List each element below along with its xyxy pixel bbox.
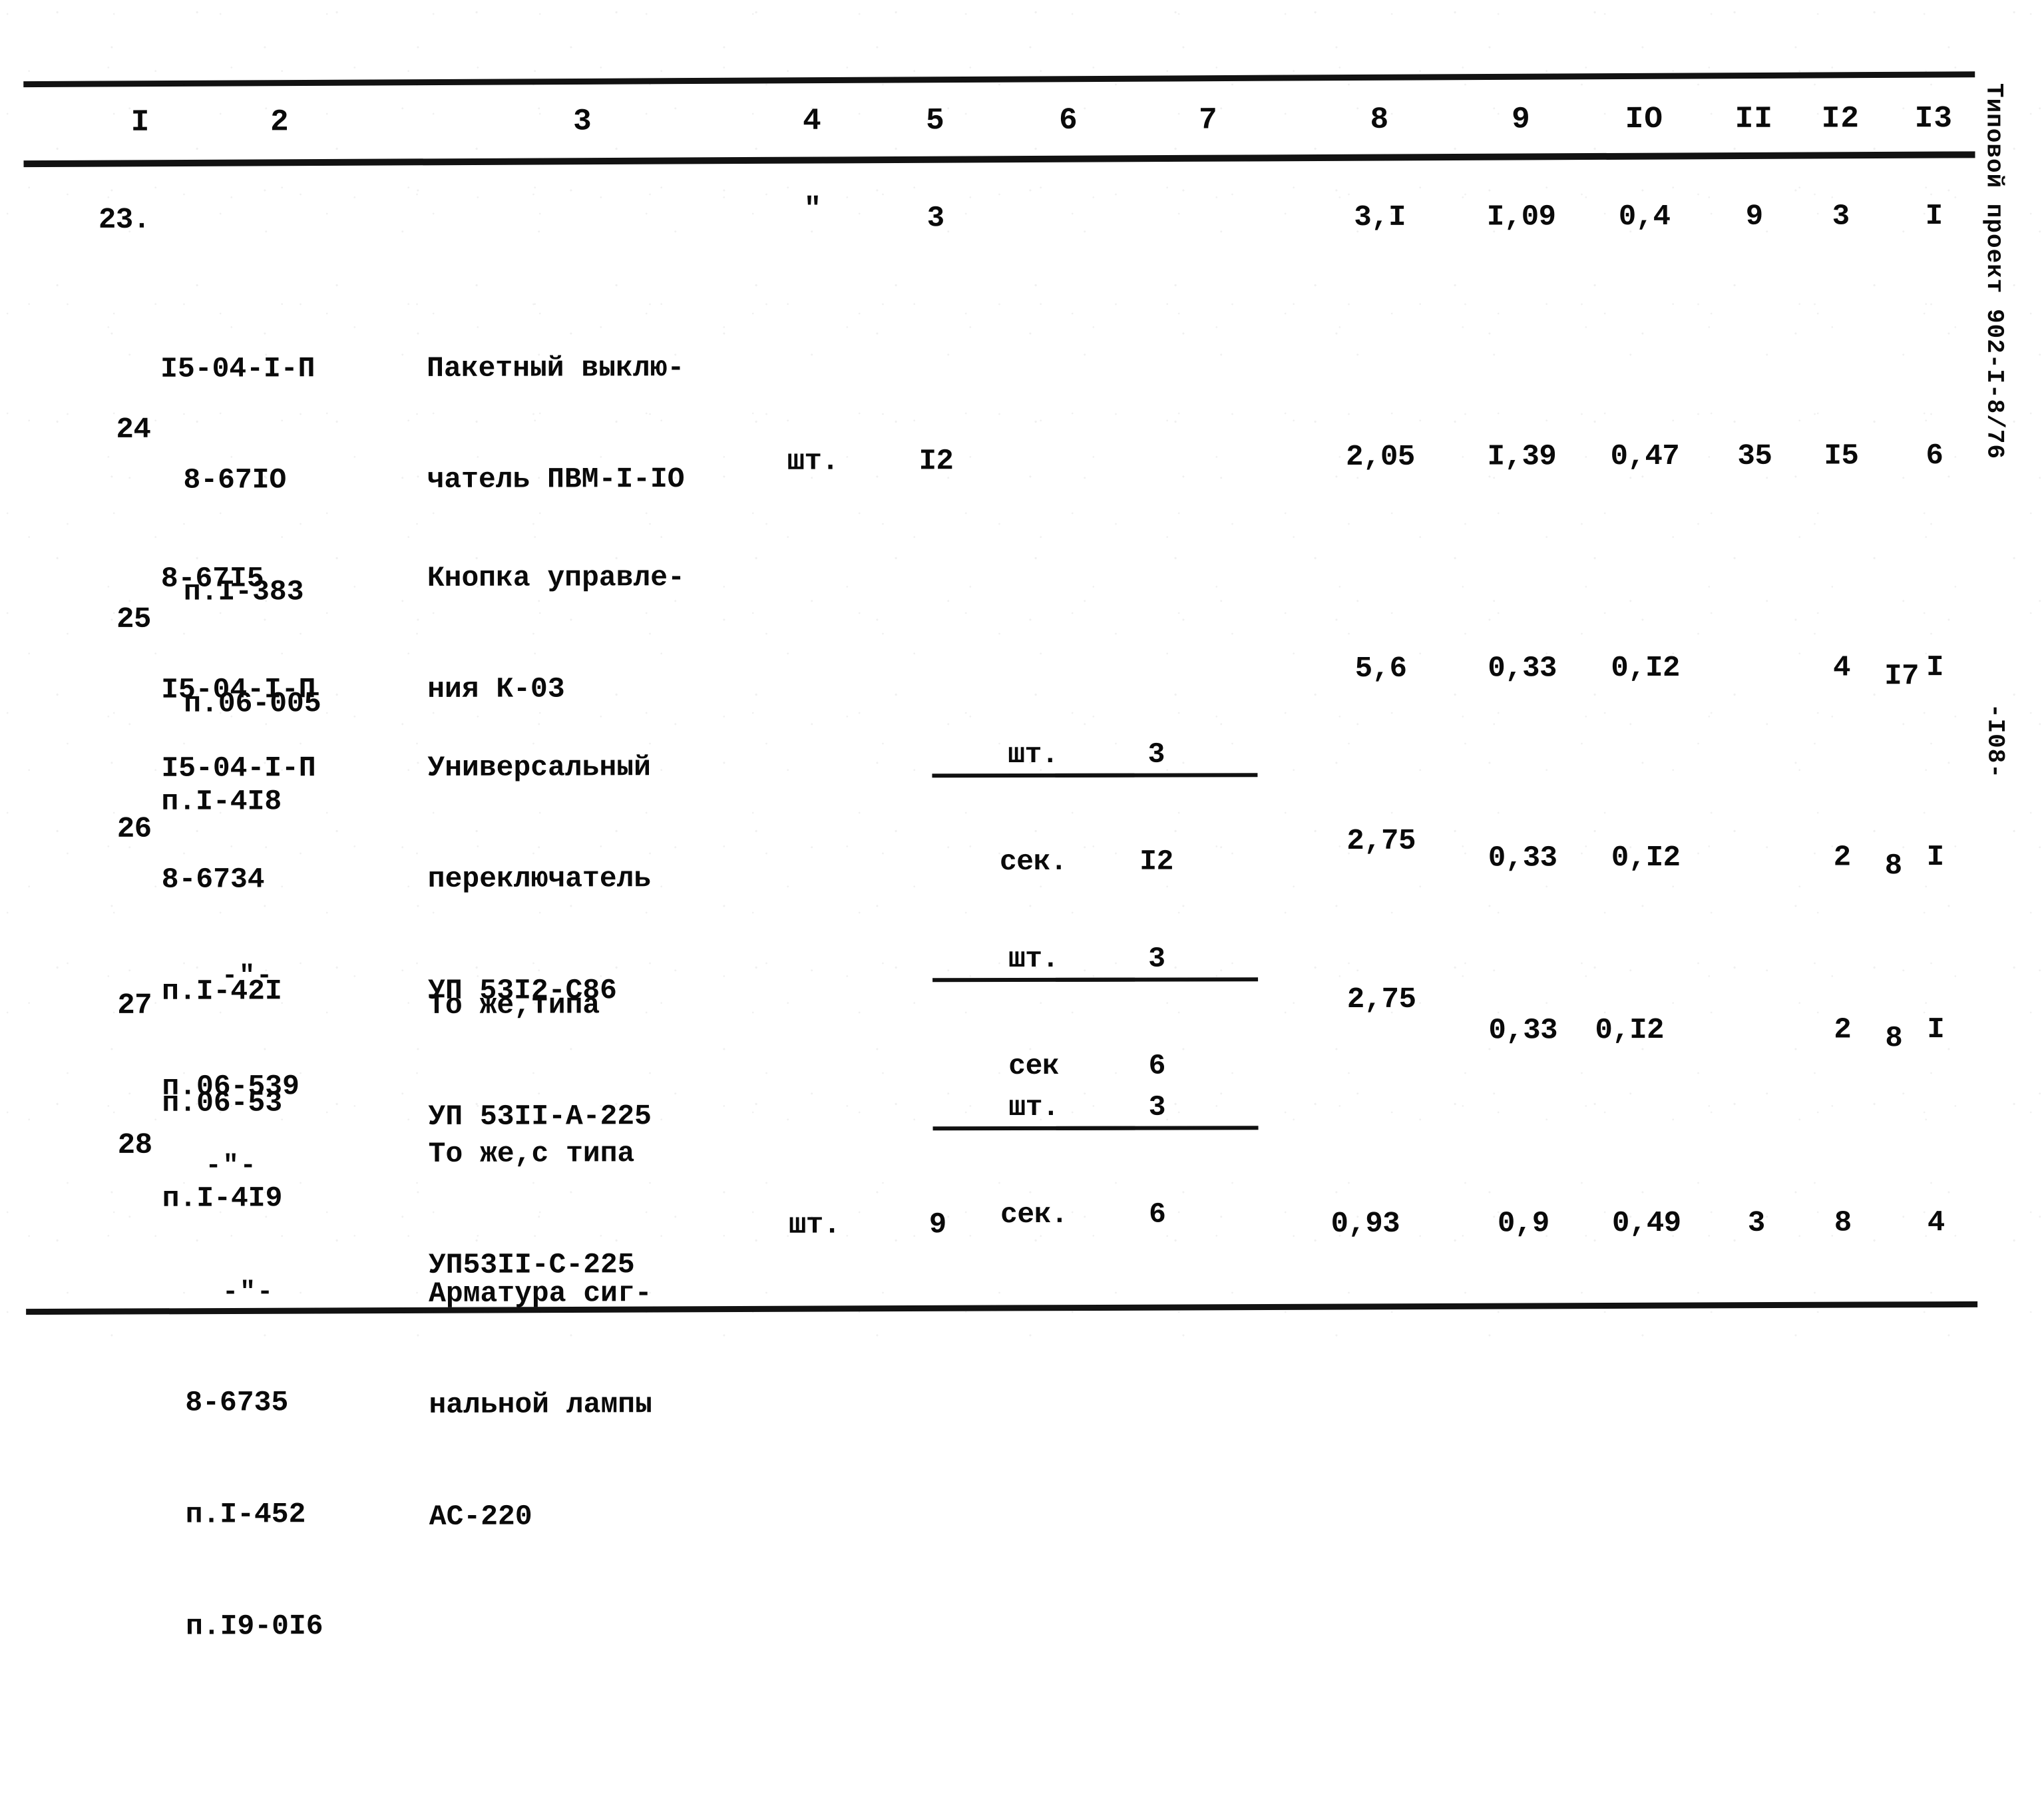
row-col13: I xyxy=(1892,1011,1979,1049)
row-col8: 0,93 xyxy=(1307,1206,1424,1244)
row-col8: 2,75 xyxy=(1323,981,1440,1020)
column-header-5: 5 xyxy=(885,101,985,141)
column-header-13: I3 xyxy=(1890,99,1977,139)
row-col9: 0,9 xyxy=(1467,1205,1580,1243)
quantity-numerator: 3 xyxy=(1055,738,1257,778)
row-col11: 3 xyxy=(1713,1205,1800,1243)
description-line: Арматура сиг- xyxy=(429,1274,741,1312)
row-col10: 0,49 xyxy=(1590,1205,1703,1243)
row-index: 25 xyxy=(71,601,151,639)
quantity-numerator: 3 xyxy=(1056,1091,1258,1130)
row-col13: I xyxy=(1892,839,1979,877)
row-quantity: 9 xyxy=(888,1206,988,1245)
column-header-10: IO xyxy=(1587,100,1701,140)
row-col8: 5,6 xyxy=(1323,650,1439,689)
row-col8: 2,05 xyxy=(1322,439,1438,477)
row-col12: I5 xyxy=(1798,437,1884,475)
ditto-mark: -"- xyxy=(162,959,401,995)
row-col11: 8 xyxy=(1713,1012,1799,1126)
ink-layer: I 2 3 4 5 6 7 8 9 IO II I2 I3 23. I5-04-… xyxy=(0,0,2044,2)
estimate-table: I 2 3 4 5 6 7 8 9 IO II I2 I3 23. I5-04-… xyxy=(0,0,2044,1339)
row-quantity: I2 xyxy=(886,443,986,481)
row-col11: 8 xyxy=(1713,839,1799,954)
row-col9: 0,33 xyxy=(1466,650,1579,688)
row-col10: 0,47 xyxy=(1588,438,1701,477)
row-col13: 4 xyxy=(1893,1204,1979,1242)
code-line: I5-04-I-П xyxy=(161,750,401,787)
column-header-6: 6 xyxy=(1018,101,1118,141)
row-col9: 0,33 xyxy=(1466,1012,1579,1050)
column-header-4: 4 xyxy=(762,102,862,142)
description-line: нальной лампы xyxy=(429,1386,741,1424)
table-row: 23. I5-04-I-П 8-67IO п.I-383 п.06-005 Па… xyxy=(1,198,1971,202)
row-col12: 4 xyxy=(1798,649,1885,687)
row-unit: " xyxy=(763,191,863,230)
row-col10: 0,4 xyxy=(1588,198,1701,237)
row-col11: I7 xyxy=(1712,650,1798,764)
column-header-11: II xyxy=(1711,100,1797,140)
row-col11: 9 xyxy=(1711,198,1798,236)
row-col12: 2 xyxy=(1799,1011,1886,1049)
row-col9: 0,33 xyxy=(1466,839,1579,878)
row-col13: 6 xyxy=(1891,437,1977,475)
row-col12: 3 xyxy=(1798,198,1884,236)
row-col10: 0,I2 xyxy=(1589,650,1702,688)
row-col13: I xyxy=(1891,198,1977,236)
row-col10: 0,I2 xyxy=(1573,1012,1686,1050)
row-index: 24 xyxy=(71,411,150,449)
row-col12: 2 xyxy=(1799,839,1886,877)
row-unit: шт. xyxy=(763,443,863,482)
description-line: Кнопка управле- xyxy=(427,559,740,596)
row-col9: I,39 xyxy=(1465,438,1578,477)
row-col8: 2,75 xyxy=(1323,823,1440,861)
row-unit: шт. xyxy=(765,1206,865,1245)
code-line: I5-04-I-П xyxy=(160,350,400,388)
row-quantity: 3 xyxy=(886,200,986,238)
code-line: п.I9-0I6 xyxy=(163,1608,403,1646)
scanned-page: I 2 3 4 5 6 7 8 9 IO II I2 I3 23. I5-04-… xyxy=(0,0,2044,1337)
column-header-3: 3 xyxy=(426,102,739,142)
row-description: Арматура сиг- нальной лампы АС-220 xyxy=(429,1126,743,1684)
column-header-2: 2 xyxy=(160,103,399,143)
margin-page-number: -I08- xyxy=(1981,704,2009,779)
row-col11: 35 xyxy=(1711,438,1798,476)
quantity-numerator: 3 xyxy=(1056,943,1258,982)
code-line: 8-6735 xyxy=(162,1384,402,1422)
row-index: 28 xyxy=(73,1127,152,1165)
row-codes: -"- 8-6735 п.I-452 п.I9-0I6 xyxy=(162,1126,403,1794)
row-index: 23. xyxy=(71,202,150,240)
column-header-8: 8 xyxy=(1321,101,1438,140)
column-header-9: 9 xyxy=(1464,100,1577,140)
margin-project-code: Типовой проект 902-I-8/76 xyxy=(1980,83,2008,459)
table-column-header-row: I 2 3 4 5 6 7 8 9 IO II I2 I3 xyxy=(0,99,1970,103)
row-quantity: 3 6 xyxy=(887,991,988,1335)
code-line: п.I-452 xyxy=(163,1496,403,1534)
row-col9: I,09 xyxy=(1465,198,1578,237)
row-col13: I xyxy=(1892,649,1978,687)
description-line: Универсальный xyxy=(427,748,740,786)
row-col12: 8 xyxy=(1800,1204,1886,1242)
description-line: Пакетный выклю- xyxy=(427,349,739,387)
row-unit: шт. сек. xyxy=(764,991,865,1335)
quantity-denominator: I2 xyxy=(1056,841,1258,878)
quantity-denominator: 6 xyxy=(1056,1194,1259,1231)
column-header-7: 7 xyxy=(1158,101,1258,140)
ditto-mark: -"- xyxy=(162,1275,402,1311)
column-header-1: I xyxy=(70,103,150,143)
row-index: 27 xyxy=(72,987,152,1025)
column-header-12: I2 xyxy=(1797,99,1884,139)
row-index: 26 xyxy=(72,811,152,849)
description-line: АС-220 xyxy=(429,1498,742,1536)
row-col8: 3,I xyxy=(1322,199,1438,238)
code-line: 8-67I5 xyxy=(161,560,401,598)
row-col10: 0,I2 xyxy=(1589,839,1703,878)
